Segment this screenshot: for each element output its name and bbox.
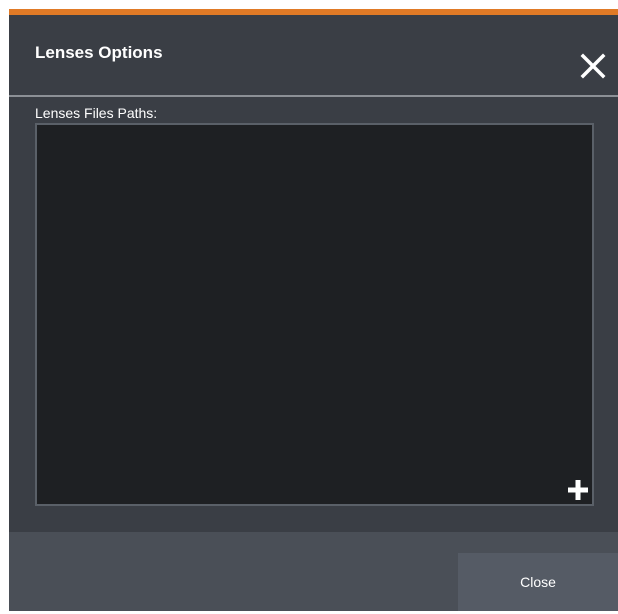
lenses-options-dialog: Lenses Options Lenses Files Paths: Close <box>9 9 618 611</box>
dialog-header: Lenses Options <box>9 15 618 97</box>
paths-label: Lenses Files Paths: <box>35 105 158 121</box>
close-button[interactable]: Close <box>458 553 618 611</box>
plus-icon[interactable] <box>566 478 590 502</box>
lens-paths-list[interactable] <box>35 123 594 506</box>
close-icon[interactable] <box>578 51 608 81</box>
dialog-footer: Close <box>9 532 618 611</box>
dialog-title: Lenses Options <box>35 43 163 62</box>
